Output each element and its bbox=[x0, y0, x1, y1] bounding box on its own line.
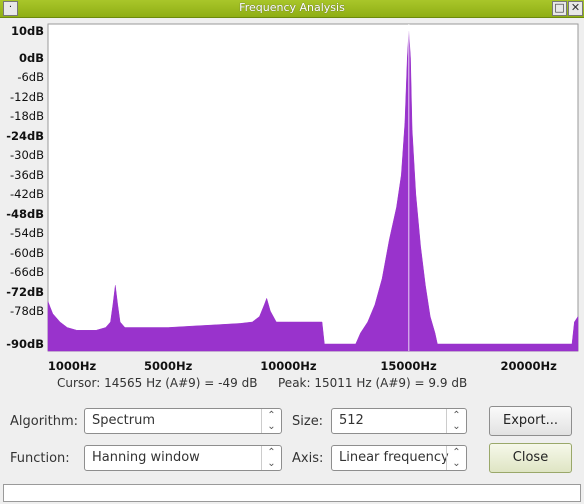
x-tick-label: 5000Hz bbox=[144, 359, 193, 373]
y-tick-label: 0dB bbox=[19, 51, 44, 65]
y-tick-label: -60dB bbox=[10, 246, 44, 260]
x-tick-label: 15000Hz bbox=[380, 359, 437, 373]
y-tick-label: -48dB bbox=[6, 207, 44, 221]
y-tick-label: -78dB bbox=[10, 304, 44, 318]
close-button-label: Close bbox=[512, 450, 549, 465]
y-tick-label: -30dB bbox=[10, 148, 44, 162]
updown-arrow-icon: ⌃ ⌄ bbox=[446, 446, 466, 470]
updown-arrow-icon: ⌃ ⌄ bbox=[446, 409, 466, 433]
cursor-readout: Cursor: 14565 Hz (A#9) = -49 dB bbox=[57, 376, 258, 390]
y-tick-label: -42dB bbox=[10, 187, 44, 201]
spectrum-chart[interactable]: 10dB 0dB -6dB -12dB -18dB -24dB -30dB -36dB -42d… bbox=[0, 18, 584, 413]
close-button[interactable]: Close bbox=[489, 443, 572, 473]
axis-select[interactable]: Linear frequency ⌃ ⌄ bbox=[331, 445, 467, 471]
y-tick-label: -66dB bbox=[10, 265, 44, 279]
y-tick-label: -54dB bbox=[10, 226, 44, 240]
updown-arrow-icon: ⌃ ⌄ bbox=[261, 409, 281, 433]
x-tick-label: 20000Hz bbox=[501, 359, 558, 373]
plot-background bbox=[47, 23, 579, 352]
algorithm-label: Algorithm: bbox=[10, 414, 79, 429]
export-button-label: Export... bbox=[503, 413, 558, 428]
maximize-icon[interactable]: □ bbox=[552, 1, 567, 16]
updown-arrow-icon: ⌃ ⌄ bbox=[261, 446, 281, 470]
close-window-icon[interactable]: ✕ bbox=[568, 1, 583, 16]
y-tick-label: 10dB bbox=[11, 24, 44, 38]
y-tick-label: -72dB bbox=[6, 285, 44, 299]
size-label: Size: bbox=[292, 414, 324, 429]
y-tick-label: -18dB bbox=[10, 109, 44, 123]
algorithm-select[interactable]: Spectrum ⌃ ⌄ bbox=[84, 408, 282, 434]
y-tick-label: -24dB bbox=[6, 129, 44, 143]
peak-readout: Peak: 15011 Hz (A#9) = 9.9 dB bbox=[278, 376, 468, 390]
axis-label: Axis: bbox=[292, 451, 324, 466]
x-tick-label: 10000Hz bbox=[260, 359, 317, 373]
x-tick-label: 1000Hz bbox=[48, 359, 97, 373]
spectrum-plot-area: 10dB 0dB -6dB -12dB -18dB -24dB -30dB -36dB -42d… bbox=[0, 18, 584, 413]
function-label: Function: bbox=[10, 451, 70, 466]
algorithm-value: Spectrum bbox=[92, 413, 155, 428]
y-tick-label: -36dB bbox=[10, 168, 44, 182]
y-tick-label: -12dB bbox=[10, 90, 44, 104]
size-value: 512 bbox=[339, 413, 364, 428]
export-button[interactable]: Export... bbox=[489, 406, 572, 436]
size-select[interactable]: 512 ⌃ ⌄ bbox=[331, 408, 467, 434]
window-title: Frequency Analysis bbox=[239, 1, 345, 14]
axis-value: Linear frequency bbox=[339, 450, 449, 465]
title-bar[interactable]: · Frequency Analysis □ ✕ bbox=[0, 0, 584, 18]
function-select[interactable]: Hanning window ⌃ ⌄ bbox=[84, 445, 282, 471]
status-bar bbox=[3, 484, 581, 502]
y-tick-label: -90dB bbox=[6, 337, 44, 351]
function-value: Hanning window bbox=[92, 450, 200, 465]
y-tick-label: -6dB bbox=[17, 70, 44, 84]
